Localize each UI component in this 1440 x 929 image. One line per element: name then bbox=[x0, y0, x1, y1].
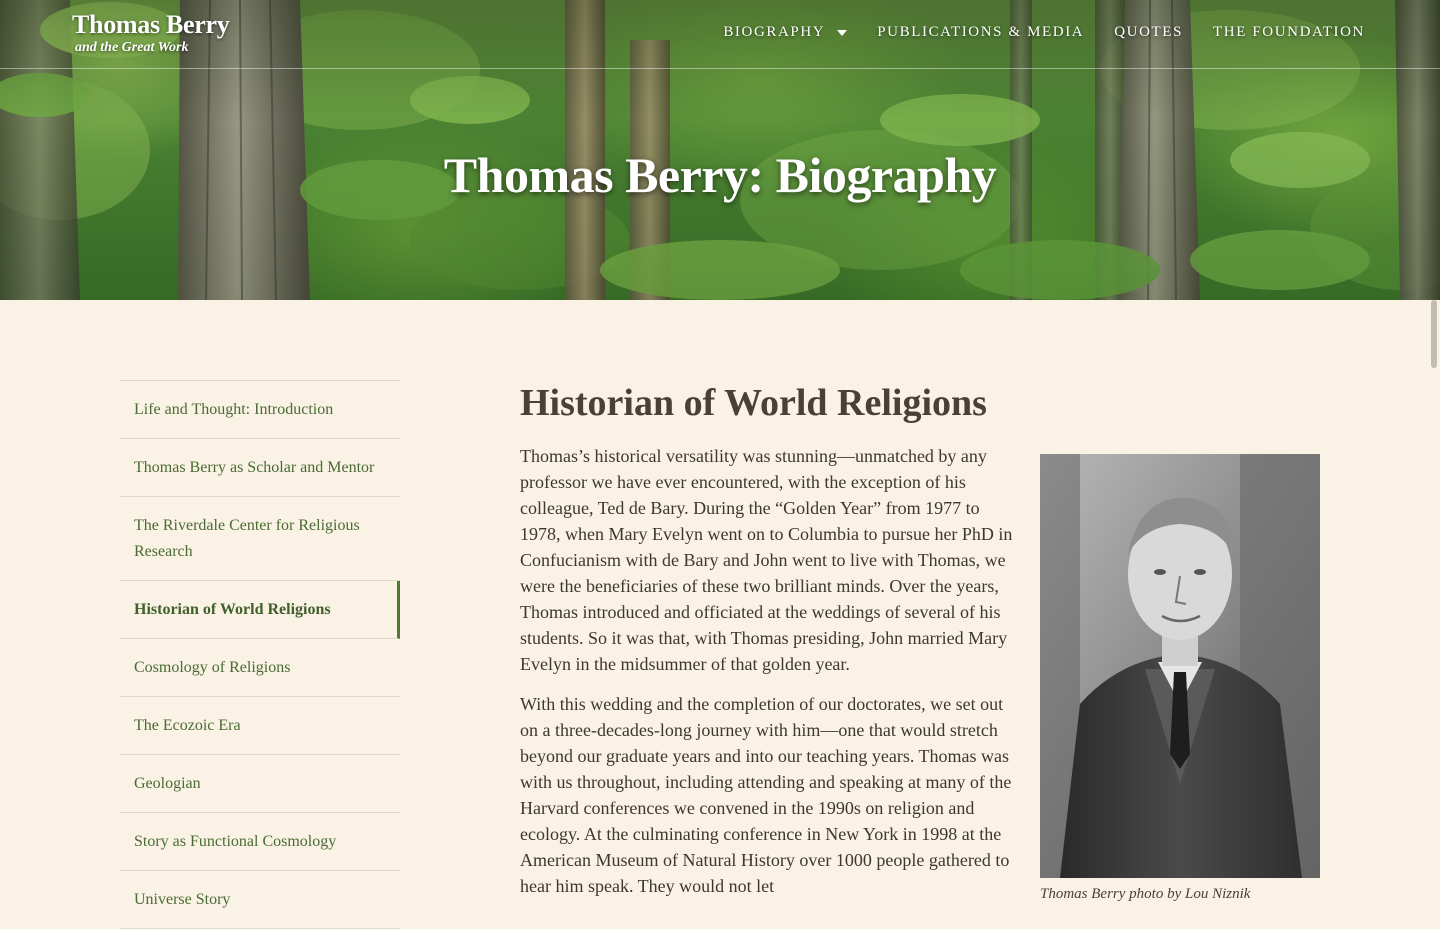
nav-item-label: THE FOUNDATION bbox=[1213, 24, 1365, 40]
sidebar-section-nav: Life and Thought: Introduction Thomas Be… bbox=[120, 380, 400, 929]
nav-item-publications-media[interactable]: PUBLICATIONS & MEDIA bbox=[877, 24, 1084, 41]
article-paragraph: Thomas’s historical versatility was stun… bbox=[520, 446, 1013, 674]
site-title: Thomas Berry bbox=[72, 10, 230, 39]
page-title: Thomas Berry: Biography bbox=[443, 147, 997, 203]
nav-item-quotes[interactable]: QUOTES bbox=[1114, 24, 1183, 41]
sidebar-item-story-as-functional-cosmology[interactable]: Story as Functional Cosmology bbox=[120, 813, 400, 871]
top-navigation-bar: Thomas Berry and the Great Work BIOGRAPH… bbox=[0, 0, 1440, 69]
main-nav: BIOGRAPHY PUBLICATIONS & MEDIA QUOTES TH… bbox=[723, 24, 1365, 41]
portrait-photo bbox=[1040, 454, 1320, 878]
page-scrollbar[interactable] bbox=[1431, 300, 1437, 368]
sidebar-item-universe-story[interactable]: Universe Story bbox=[120, 871, 400, 929]
caret-down-icon[interactable] bbox=[837, 30, 848, 36]
sidebar-item-geologian[interactable]: Geologian bbox=[120, 755, 400, 813]
sidebar-item-riverdale-center[interactable]: The Riverdale Center for Religious Resea… bbox=[120, 497, 400, 581]
photo-caption: Thomas Berry photo by Lou Niznik bbox=[1040, 886, 1251, 902]
nav-item-label: PUBLICATIONS & MEDIA bbox=[877, 24, 1085, 40]
hero-banner: Thomas Berry and the Great Work BIOGRAPH… bbox=[0, 0, 1440, 300]
sidebar-item-life-and-thought[interactable]: Life and Thought: Introduction bbox=[120, 381, 400, 439]
sidebar-item-cosmology-of-religions[interactable]: Cosmology of Religions bbox=[120, 639, 400, 697]
nav-item-label: BIOGRAPHY bbox=[723, 24, 826, 40]
portrait-image bbox=[1040, 454, 1320, 878]
sidebar-item-ecozoic-era[interactable]: The Ecozoic Era bbox=[120, 697, 400, 755]
site-logo[interactable]: Thomas Berry and the Great Work bbox=[72, 10, 230, 56]
article-body: Thomas’s historical versatility was stun… bbox=[520, 443, 1020, 913]
nav-item-label: QUOTES bbox=[1114, 24, 1184, 40]
nav-item-biography[interactable]: BIOGRAPHY bbox=[723, 24, 848, 41]
sidebar-item-historian-of-world-religions[interactable]: Historian of World Religions bbox=[120, 581, 400, 639]
article-paragraph: With this wedding and the completion of … bbox=[520, 694, 1012, 896]
section-heading: Historian of World Religions bbox=[520, 382, 987, 424]
sidebar-item-scholar-and-mentor[interactable]: Thomas Berry as Scholar and Mentor bbox=[120, 439, 400, 497]
site-subtitle: and the Great Work bbox=[75, 40, 189, 55]
nav-item-the-foundation[interactable]: THE FOUNDATION bbox=[1213, 24, 1365, 41]
